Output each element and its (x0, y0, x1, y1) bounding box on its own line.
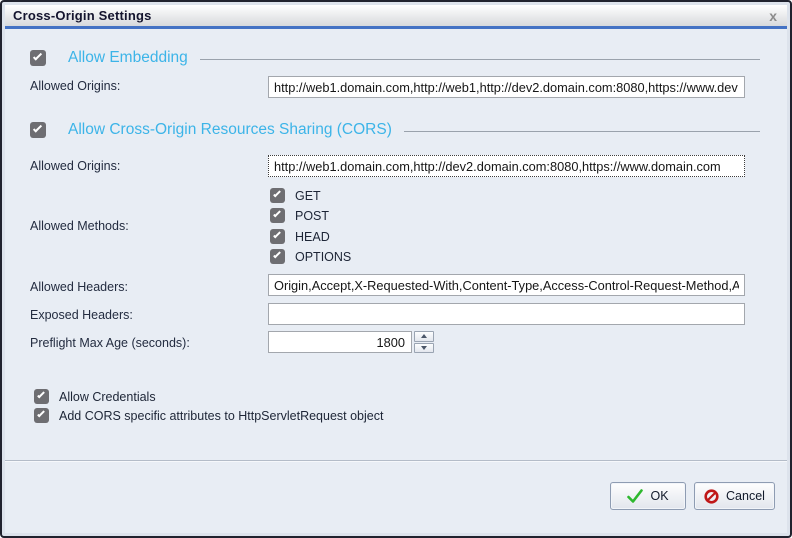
ok-button-label: OK (650, 489, 668, 503)
preflight-max-age-input[interactable] (268, 331, 412, 353)
dialog-content: Allow Embedding Allowed Origins: Allow C… (5, 29, 787, 530)
preflight-max-age-spinner (414, 331, 434, 353)
checkmark-icon (273, 231, 281, 239)
checkmark-icon (273, 251, 281, 259)
method-options-checkbox[interactable] (270, 249, 285, 264)
allowed-headers-label: Allowed Headers: (30, 280, 128, 294)
add-cors-attributes-label: Add CORS specific attributes to HttpServ… (59, 409, 383, 423)
close-icon[interactable]: x (769, 7, 777, 25)
check-icon (627, 489, 643, 503)
chevron-up-icon (421, 334, 427, 338)
allow-embedding-checkbox[interactable] (30, 50, 46, 66)
method-options-label: OPTIONS (295, 250, 351, 264)
section-divider-line (404, 131, 760, 132)
allowed-methods-label: Allowed Methods: (30, 219, 129, 233)
method-row-options: OPTIONS (270, 248, 351, 265)
dialog-inner: Cross-Origin Settings x Allow Embedding … (5, 5, 787, 533)
checkmark-icon (273, 210, 281, 218)
ok-button[interactable]: OK (610, 482, 686, 510)
checkmark-icon (37, 391, 45, 399)
checkmark-icon (273, 190, 281, 198)
exposed-headers-input[interactable] (268, 303, 745, 325)
allowed-headers-input[interactable] (268, 274, 745, 296)
allow-credentials-label: Allow Credentials (59, 390, 156, 404)
cancel-button-label: Cancel (726, 489, 765, 503)
method-row-post: POST (270, 207, 329, 224)
checkmark-icon (37, 410, 45, 418)
embedding-allowed-origins-input[interactable] (268, 76, 745, 98)
embedding-allowed-origins-label: Allowed Origins: (30, 79, 120, 93)
method-row-get: GET (270, 187, 321, 204)
exposed-headers-label: Exposed Headers: (30, 308, 133, 322)
cancel-button[interactable]: Cancel (694, 482, 775, 510)
section-divider-line (200, 59, 760, 60)
allow-cors-heading: Allow Cross-Origin Resources Sharing (CO… (68, 121, 392, 139)
section-cors: Allow Cross-Origin Resources Sharing (CO… (30, 121, 760, 139)
section-allow-embedding: Allow Embedding (30, 49, 760, 67)
method-row-head: HEAD (270, 228, 330, 245)
method-post-checkbox[interactable] (270, 208, 285, 223)
cors-allowed-origins-label: Allowed Origins: (30, 159, 120, 173)
dialog-title: Cross-Origin Settings (13, 8, 152, 23)
allow-cors-checkbox[interactable] (30, 122, 46, 138)
allow-credentials-checkbox[interactable] (34, 389, 49, 404)
method-post-label: POST (295, 209, 329, 223)
dialog-titlebar: Cross-Origin Settings x (5, 5, 787, 29)
method-head-checkbox[interactable] (270, 229, 285, 244)
cross-origin-settings-dialog: Cross-Origin Settings x Allow Embedding … (0, 0, 792, 538)
allow-embedding-heading: Allow Embedding (68, 49, 188, 67)
cors-allowed-origins-input[interactable] (268, 155, 745, 177)
footer-divider (5, 460, 787, 462)
chevron-down-icon (421, 346, 427, 350)
add-cors-attributes-checkbox[interactable] (34, 408, 49, 423)
spinner-down-button[interactable] (414, 343, 434, 354)
preflight-max-age-label: Preflight Max Age (seconds): (30, 336, 190, 350)
allow-credentials-row: Allow Credentials (34, 388, 156, 405)
checkmark-icon (33, 51, 42, 60)
method-get-label: GET (295, 189, 321, 203)
method-get-checkbox[interactable] (270, 188, 285, 203)
add-cors-attributes-row: Add CORS specific attributes to HttpServ… (34, 407, 383, 424)
prohibited-icon (704, 489, 719, 504)
checkmark-icon (33, 123, 42, 132)
spinner-up-button[interactable] (414, 331, 434, 342)
method-head-label: HEAD (295, 230, 330, 244)
